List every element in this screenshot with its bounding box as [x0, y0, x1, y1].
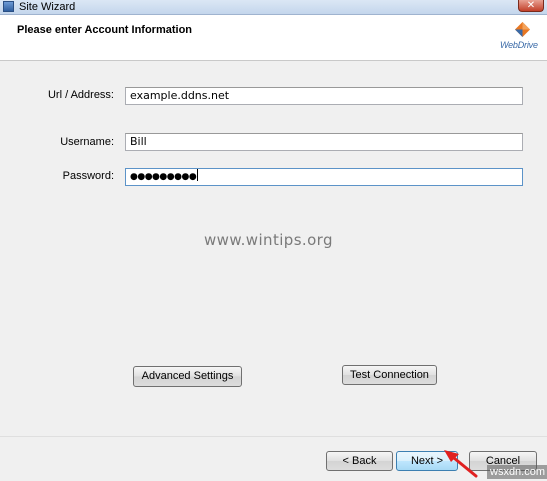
back-button[interactable]: < Back	[326, 451, 393, 471]
username-input[interactable]: Bill	[125, 133, 523, 151]
password-value: ●●●●●●●●●	[130, 172, 197, 182]
annotation-arrow-icon	[444, 450, 478, 478]
window-title: Site Wizard	[19, 1, 76, 13]
advanced-settings-button[interactable]: Advanced Settings	[133, 366, 242, 387]
site-wizard-window: Site Wizard ✕ Please enter Account Infor…	[0, 0, 547, 481]
wizard-header: Please enter Account Information WebDriv…	[0, 15, 547, 61]
test-connection-button[interactable]: Test Connection	[342, 365, 437, 385]
page-title: Please enter Account Information	[17, 24, 193, 36]
close-icon: ✕	[526, 0, 536, 11]
app-icon	[3, 1, 14, 12]
webdrive-logo-icon	[515, 22, 530, 37]
title-bar: Site Wizard ✕	[0, 0, 547, 15]
username-label: Username:	[60, 136, 114, 148]
webdrive-logo-text: WebDrive	[500, 40, 538, 50]
url-input[interactable]: example.ddns.net	[125, 87, 523, 105]
wizard-content: Url / Address: example.ddns.net Username…	[0, 61, 547, 436]
corner-watermark: wsxdn.com	[487, 465, 547, 479]
text-caret	[197, 169, 199, 181]
close-button[interactable]: ✕	[518, 0, 544, 12]
password-input[interactable]: ●●●●●●●●●	[125, 168, 523, 186]
url-label: Url / Address:	[47, 89, 114, 101]
password-label: Password:	[62, 170, 114, 182]
site-watermark: www.wintips.org	[204, 231, 333, 249]
